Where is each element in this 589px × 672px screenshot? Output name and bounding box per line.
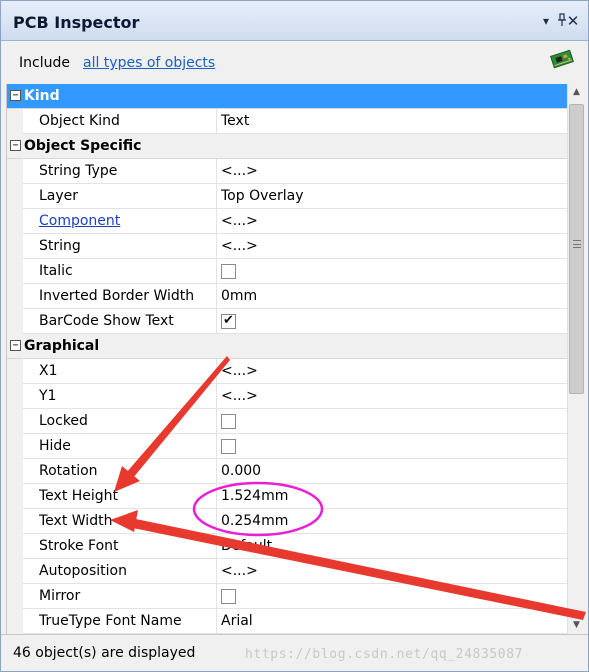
scroll-down-icon[interactable]: ▼ — [568, 617, 585, 634]
prop-name: Text Width — [39, 513, 113, 529]
pcb-board-icon[interactable] — [549, 49, 575, 69]
scroll-up-icon[interactable]: ▲ — [568, 84, 585, 101]
prop-value[interactable]: Text — [221, 113, 249, 129]
panel-menu-icon[interactable]: ▾ — [538, 13, 554, 29]
grip-icon — [573, 240, 581, 248]
prop-value[interactable]: <...> — [221, 238, 258, 254]
property-grid: − Kind Object Kind Text − Object Specifi… — [6, 84, 567, 634]
barcode-show-text-checkbox[interactable] — [221, 313, 236, 329]
prop-value[interactable]: <...> — [221, 388, 258, 404]
category-label: Graphical — [24, 338, 100, 354]
prop-name: Y1 — [39, 388, 57, 404]
prop-row-component[interactable]: Component <...> — [7, 209, 567, 234]
prop-row-hide[interactable]: Hide — [7, 434, 567, 459]
prop-value[interactable]: <...> — [221, 563, 258, 579]
prop-name: String Type — [39, 163, 118, 179]
category-label: Object Specific — [24, 138, 142, 154]
prop-row-string-type[interactable]: String Type <...> — [7, 159, 567, 184]
prop-row-x1[interactable]: X1 <...> — [7, 359, 567, 384]
prop-value[interactable]: <...> — [221, 213, 258, 229]
prop-value[interactable]: Top Overlay — [221, 188, 304, 204]
prop-name: Autoposition — [39, 563, 127, 579]
prop-name: String — [39, 238, 81, 254]
prop-value[interactable]: 0.254mm — [221, 513, 288, 529]
prop-row-object-kind[interactable]: Object Kind Text — [7, 109, 567, 134]
prop-name: Locked — [39, 413, 88, 429]
component-link[interactable]: Component — [39, 213, 120, 229]
prop-name: Stroke Font — [39, 538, 119, 554]
collapse-icon[interactable]: − — [10, 340, 21, 351]
pcb-inspector-window: PCB Inspector ▾ ✕ Include all types of o… — [0, 0, 589, 672]
prop-row-barcode-show-text[interactable]: BarCode Show Text — [7, 309, 567, 334]
watermark: https://blog.csdn.net/qq_24835087 — [245, 647, 524, 662]
prop-name: Hide — [39, 438, 71, 454]
prop-value[interactable]: Arial — [221, 613, 253, 629]
panel-title: PCB Inspector — [13, 13, 140, 32]
include-bar: Include all types of objects — [1, 41, 588, 83]
prop-row-truetype-font-name[interactable]: TrueType Font Name Arial — [7, 609, 567, 634]
collapse-icon[interactable]: − — [10, 90, 21, 101]
prop-row-mirror[interactable]: Mirror — [7, 584, 567, 609]
prop-row-rotation[interactable]: Rotation 0.000 — [7, 459, 567, 484]
prop-row-italic[interactable]: Italic — [7, 259, 567, 284]
category-graphical[interactable]: − Graphical — [7, 334, 567, 359]
prop-name: X1 — [39, 363, 58, 379]
locked-checkbox[interactable] — [221, 414, 236, 429]
status-bar: 46 object(s) are displayed https://blog.… — [1, 634, 588, 671]
prop-name: BarCode Show Text — [39, 313, 174, 329]
category-object-specific[interactable]: − Object Specific — [7, 134, 567, 159]
prop-value[interactable]: 0mm — [221, 288, 257, 304]
scroll-thumb[interactable] — [569, 104, 584, 394]
prop-row-stroke-font[interactable]: Stroke Font Default — [7, 534, 567, 559]
mirror-checkbox[interactable] — [221, 589, 236, 604]
prop-name: Mirror — [39, 588, 81, 604]
collapse-icon[interactable]: − — [10, 140, 21, 151]
prop-value[interactable]: <...> — [221, 363, 258, 379]
prop-row-inverted-border-width[interactable]: Inverted Border Width 0mm — [7, 284, 567, 309]
include-label: Include — [19, 55, 70, 71]
prop-value[interactable]: <...> — [221, 163, 258, 179]
prop-value[interactable]: Default — [221, 538, 272, 554]
category-label: Kind — [24, 88, 60, 104]
prop-name: Italic — [39, 263, 73, 279]
prop-row-string[interactable]: String <...> — [7, 234, 567, 259]
prop-name: Object Kind — [39, 113, 120, 129]
hide-checkbox[interactable] — [221, 439, 236, 454]
prop-row-layer[interactable]: Layer Top Overlay — [7, 184, 567, 209]
prop-value[interactable]: 0.000 — [221, 463, 261, 479]
prop-name: Inverted Border Width — [39, 288, 195, 304]
prop-row-y1[interactable]: Y1 <...> — [7, 384, 567, 409]
prop-name: Text Height — [39, 488, 119, 504]
prop-value[interactable]: 1.524mm — [221, 488, 288, 504]
vertical-scrollbar[interactable]: ▲ ▼ — [567, 84, 584, 634]
title-bar: PCB Inspector ▾ ✕ — [1, 1, 588, 41]
prop-row-autoposition[interactable]: Autoposition <...> — [7, 559, 567, 584]
category-kind[interactable]: − Kind — [7, 84, 567, 109]
status-text: 46 object(s) are displayed — [13, 645, 196, 661]
close-icon[interactable]: ✕ — [565, 13, 581, 29]
prop-name: Rotation — [39, 463, 98, 479]
prop-row-text-width[interactable]: Text Width 0.254mm — [7, 509, 567, 534]
prop-row-locked[interactable]: Locked — [7, 409, 567, 434]
prop-name: TrueType Font Name — [39, 613, 182, 629]
italic-checkbox[interactable] — [221, 264, 236, 279]
object-type-filter-link[interactable]: all types of objects — [83, 55, 215, 71]
prop-row-text-height[interactable]: Text Height 1.524mm — [7, 484, 567, 509]
prop-name: Layer — [39, 188, 79, 204]
